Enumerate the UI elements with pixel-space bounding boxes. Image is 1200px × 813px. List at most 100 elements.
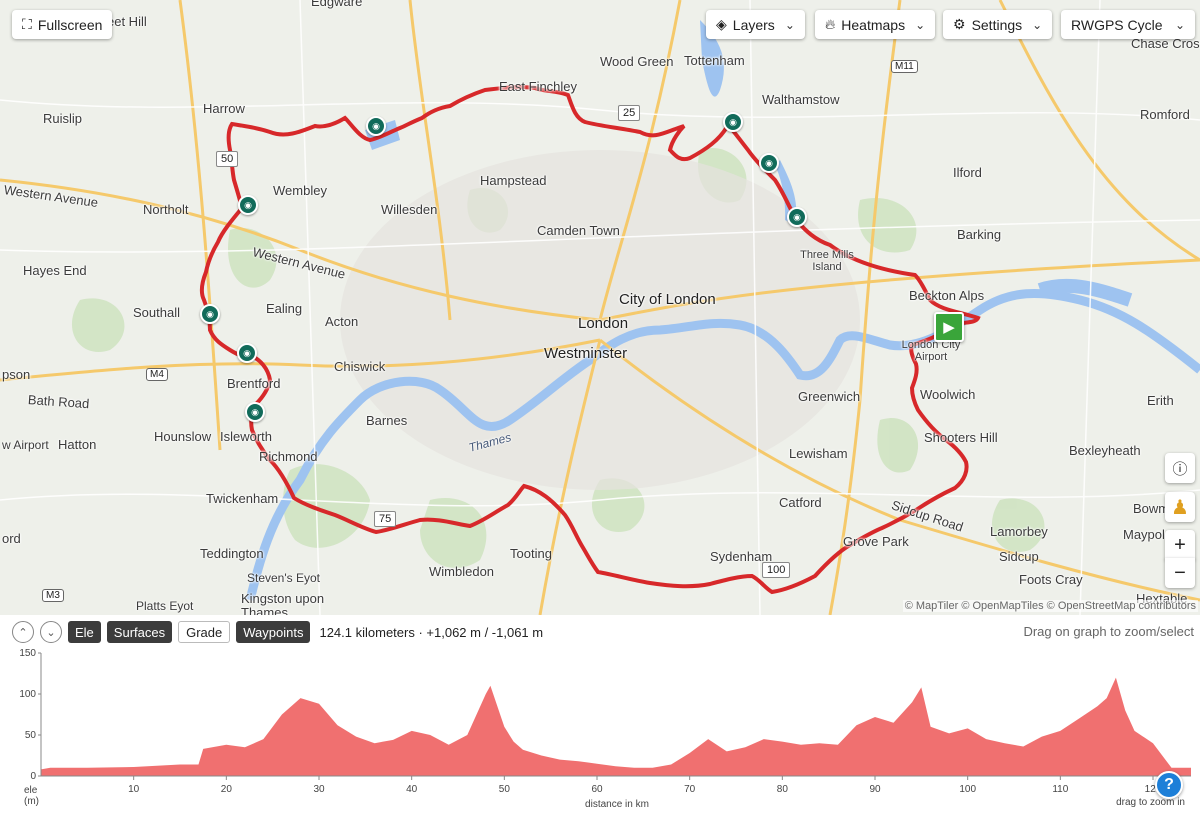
place-label: Edgware: [311, 0, 363, 9]
place-label: Steven's Eyot: [247, 571, 320, 585]
zoom-out-button[interactable]: −: [1165, 558, 1195, 588]
settings-button[interactable]: ⚙ Settings ⌄: [943, 10, 1053, 39]
place-label: ord: [2, 531, 21, 546]
elevation-chart[interactable]: 05010015010 20 30 40 50 60 70 80 90 100 110 120 ele…: [0, 615, 1200, 813]
settings-label: Settings: [971, 16, 1023, 33]
place-label: Wembley: [273, 183, 327, 198]
fullscreen-label: Fullscreen: [37, 16, 103, 33]
chevron-down-icon: ⌄: [1032, 17, 1043, 32]
place-label: Southall: [133, 305, 180, 320]
place-label: Walthamstow: [762, 92, 840, 107]
x-tick-label: 50: [499, 784, 511, 795]
motorway-shield: M4: [146, 368, 168, 381]
place-label: Harrow: [203, 101, 245, 116]
chevron-down-icon: ⌄: [784, 17, 795, 32]
camera-icon[interactable]: ◉: [237, 343, 257, 363]
help-button[interactable]: ?: [1155, 771, 1183, 799]
basemap-select[interactable]: RWGPS Cycle ⌄: [1061, 10, 1195, 39]
place-label: Bowm: [1133, 501, 1170, 516]
street-view-icon[interactable]: ♟: [1165, 492, 1195, 522]
km-marker: 100: [762, 562, 791, 578]
km-marker: 75: [374, 511, 397, 527]
chevron-down-icon: ⌄: [915, 17, 926, 32]
y-axis-label-1: ele: [24, 785, 38, 796]
start-play-icon[interactable]: ▶: [934, 312, 964, 342]
map-info-icon[interactable]: ⓘ: [1165, 453, 1195, 483]
zoom-in-button[interactable]: +: [1165, 530, 1195, 560]
place-label: Lewisham: [789, 446, 848, 461]
flame-icon: 🔥︎: [825, 16, 836, 32]
x-tick-label: 80: [777, 784, 789, 795]
place-label: Tooting: [510, 546, 552, 561]
layers-label: Layers: [732, 16, 775, 33]
place-label: eet Hill: [107, 14, 147, 29]
place-label: Northolt: [143, 202, 189, 217]
heatmaps-button[interactable]: 🔥︎ Heatmaps ⌄: [815, 10, 936, 39]
place-label: Catford: [779, 495, 822, 510]
place-label: Camden Town: [537, 223, 620, 238]
km-marker: 50: [216, 151, 239, 167]
basemap-label: RWGPS Cycle: [1071, 16, 1163, 33]
place-label: Shooters Hill: [924, 430, 998, 445]
chevron-down-icon: ⌄: [1174, 17, 1185, 32]
place-label: Barking: [957, 227, 1002, 242]
place-label: Wimbledon: [429, 564, 495, 579]
place-label: Willesden: [381, 202, 438, 217]
y-tick-label: 100: [19, 689, 36, 700]
camera-icon[interactable]: ◉: [200, 304, 220, 324]
place-label: Isleworth: [220, 429, 273, 444]
x-tick-label: 110: [1052, 784, 1068, 795]
place-label: Hounslow: [154, 429, 212, 444]
place-label: Sidcup: [999, 549, 1039, 564]
place-label: Platts Eyot: [136, 599, 194, 613]
zoom-instruction: drag to zoom in: [1116, 797, 1185, 808]
place-label: Erith: [1147, 393, 1174, 408]
place-label: Twickenham: [206, 491, 279, 506]
place-label: Tottenham: [684, 53, 745, 68]
place-label: Greenwich: [798, 389, 861, 404]
place-label: Grove Park: [843, 534, 909, 549]
place-label: Kingston upon Thames: [241, 591, 325, 616]
place-label: Brentford: [227, 376, 281, 391]
map-view[interactable]: Edgware Wood Green Tottenham Harrow East…: [0, 0, 1200, 615]
x-axis-label: distance in km: [585, 799, 649, 810]
place-label: City of London: [619, 291, 716, 308]
camera-icon[interactable]: ◉: [787, 207, 807, 227]
fullscreen-button[interactable]: ⛶ Fullscreen: [12, 10, 113, 39]
place-label: Barnes: [366, 413, 408, 428]
x-tick-label: 100: [959, 784, 976, 795]
place-label: Bexleyheath: [1069, 443, 1141, 458]
layers-button[interactable]: ◈ Layers ⌄: [706, 10, 805, 39]
place-label: London City Airport: [901, 339, 961, 363]
place-label: Beckton Alps: [909, 288, 985, 303]
place-label: Ealing: [266, 301, 303, 316]
map-attribution: © MapTiler © OpenMapTiles © OpenStreetMa…: [902, 600, 1198, 612]
place-label: Chiswick: [334, 359, 386, 374]
x-tick-label: 10: [128, 784, 140, 795]
place-label: Foots Cray: [1019, 572, 1083, 587]
x-tick-label: 40: [406, 784, 418, 795]
camera-icon[interactable]: ◉: [366, 116, 386, 136]
x-tick-label: 60: [591, 784, 603, 795]
place-label: Romford: [1140, 107, 1190, 122]
fullscreen-icon: ⛶: [22, 16, 32, 32]
x-tick-label: 70: [684, 784, 696, 795]
map-base: [0, 0, 1200, 615]
place-label: London: [578, 315, 629, 332]
place-label: Hayes End: [23, 263, 87, 278]
motorway-shield: M11: [891, 60, 918, 73]
place-label: Lamorbey: [990, 524, 1048, 539]
x-tick-label: 20: [221, 784, 233, 795]
camera-icon[interactable]: ◉: [759, 153, 779, 173]
motorway-shield: M3: [42, 589, 64, 602]
place-label: Hatton: [58, 437, 97, 452]
place-label: East Finchley: [499, 79, 578, 94]
place-label: Richmond: [259, 449, 318, 464]
camera-icon[interactable]: ◉: [723, 112, 743, 132]
camera-icon[interactable]: ◉: [245, 402, 265, 422]
place-label: Wood Green: [600, 54, 674, 69]
camera-icon[interactable]: ◉: [238, 195, 258, 215]
x-tick-label: 30: [313, 784, 325, 795]
y-tick-label: 150: [19, 648, 36, 659]
elevation-panel: ⌃ ⌄ Ele Surfaces Grade Waypoints 124.1 k…: [0, 615, 1200, 813]
